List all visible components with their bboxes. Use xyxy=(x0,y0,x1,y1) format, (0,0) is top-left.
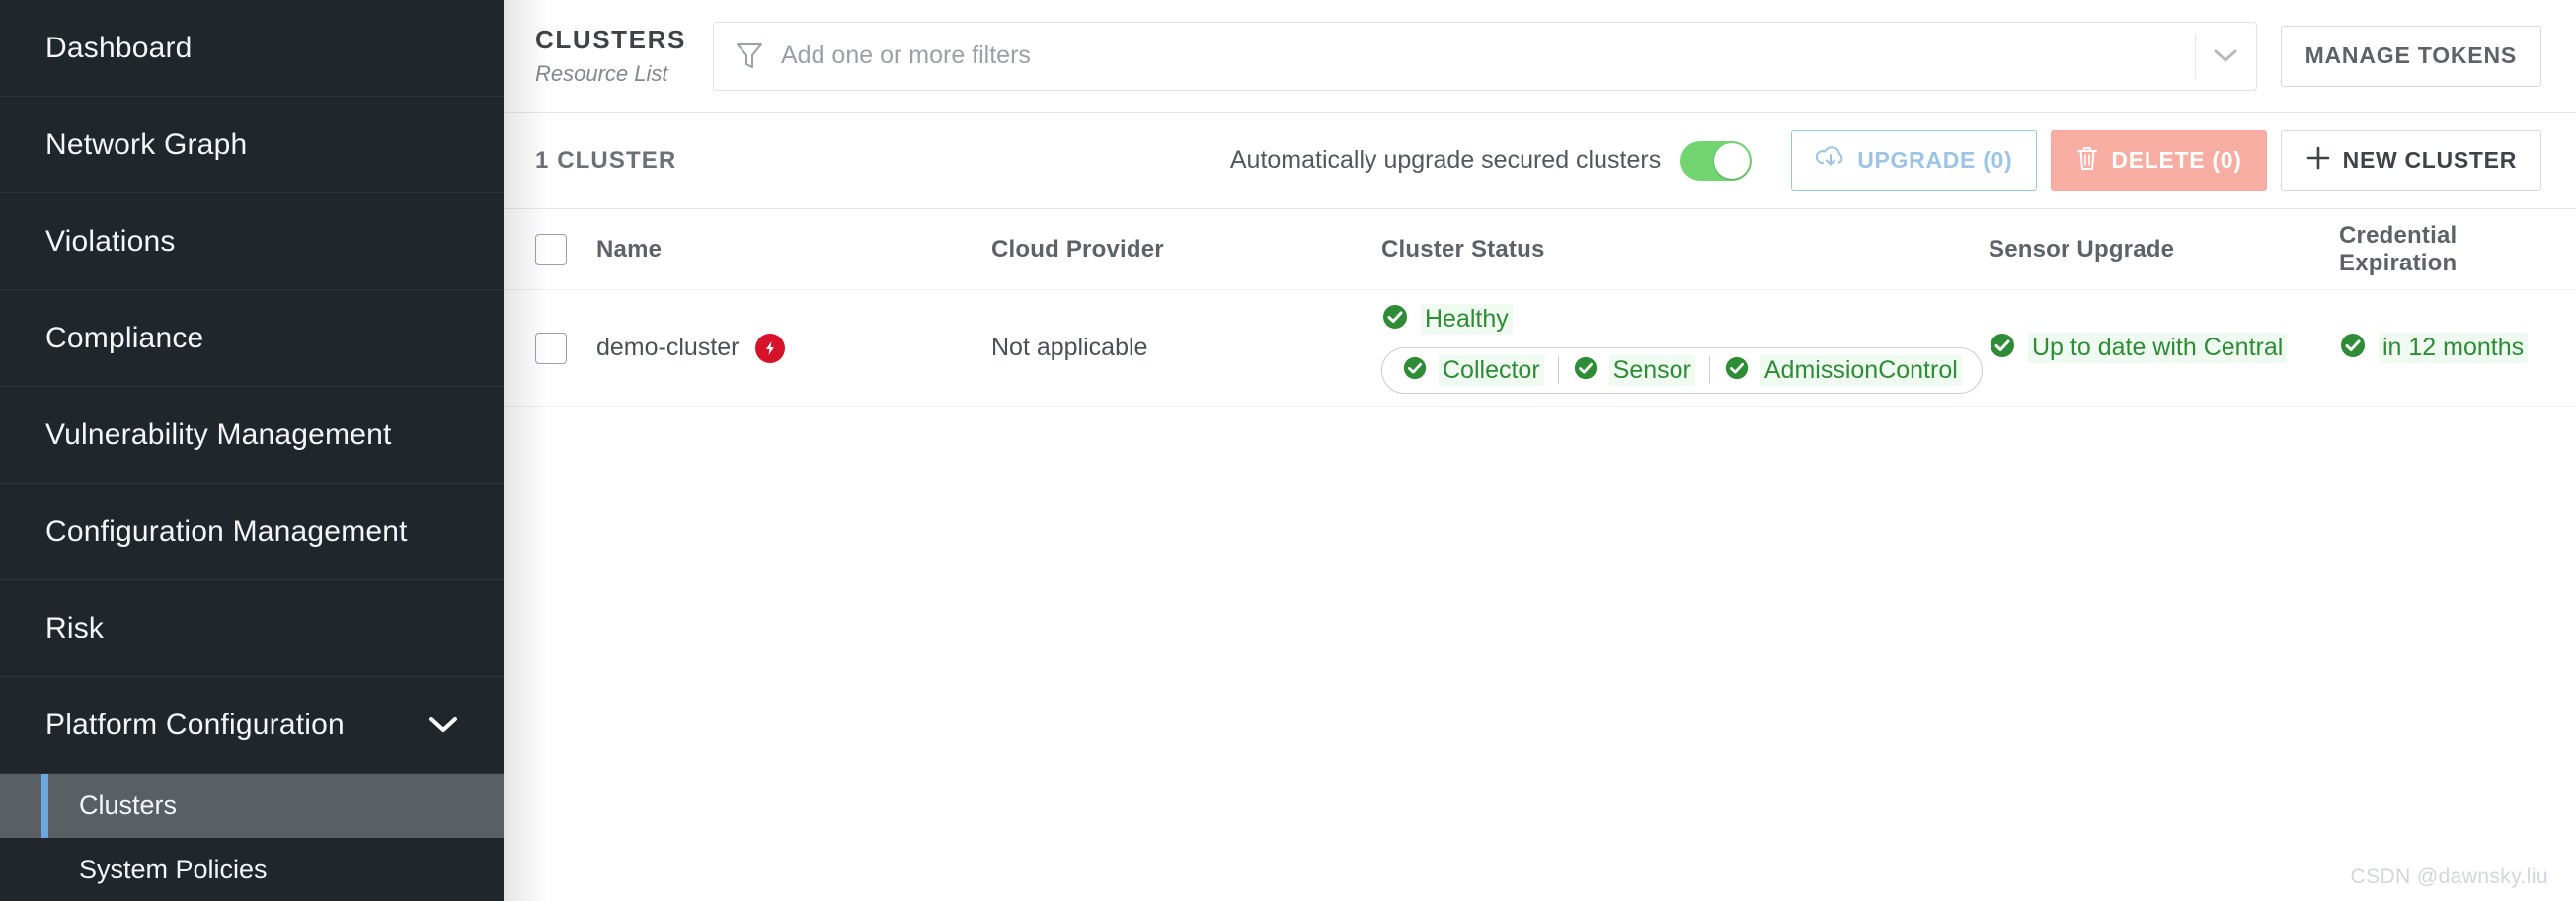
row-select-cell xyxy=(535,332,596,364)
trash-icon xyxy=(2075,144,2099,178)
divider xyxy=(1557,356,1559,384)
sidebar-item-label: Configuration Management xyxy=(45,514,408,548)
page-title: CLUSTERS xyxy=(535,25,686,54)
cell-cluster-status: Healthy Collector Sensor AdmissionContro… xyxy=(1381,303,1989,394)
select-all-checkbox[interactable] xyxy=(535,233,567,265)
sidebar-item-label: Network Graph xyxy=(45,127,248,161)
new-cluster-button-label: NEW CLUSTER xyxy=(2342,147,2517,173)
sidebar-item-dashboard[interactable]: Dashboard xyxy=(0,0,504,97)
column-header-cluster-status[interactable]: Cluster Status xyxy=(1381,236,1989,263)
sensor-upgrade-label: Up to date with Central xyxy=(2028,333,2288,363)
sidebar: Dashboard Network Graph Violations Compl… xyxy=(0,0,504,901)
plus-icon xyxy=(2305,145,2331,177)
cluster-components-pill: Collector Sensor AdmissionControl xyxy=(1381,346,1983,394)
chevron-down-icon xyxy=(429,716,458,734)
application-root: Dashboard Network Graph Violations Compl… xyxy=(0,0,2576,901)
delete-button-label: DELETE (0) xyxy=(2111,147,2242,173)
check-circle-icon xyxy=(1381,303,1409,336)
auto-upgrade-label: Automatically upgrade secured clusters xyxy=(1229,146,1662,174)
row-select-checkbox[interactable] xyxy=(535,332,567,364)
sidebar-item-label: Compliance xyxy=(45,321,204,354)
watermark: CSDN @dawnsky.liu xyxy=(2350,865,2548,888)
auto-upgrade-toggle[interactable] xyxy=(1680,140,1753,181)
cluster-status-healthy: Healthy xyxy=(1381,303,1989,336)
page-title-block: CLUSTERS Resource List xyxy=(529,25,687,87)
credential-expiration-label: in 12 months xyxy=(2379,333,2529,363)
main-content: CLUSTERS Resource List Add one or more f… xyxy=(504,0,2576,901)
column-header-sensor-upgrade[interactable]: Sensor Upgrade xyxy=(1989,236,2339,263)
component-collector: Collector xyxy=(1402,354,1544,386)
sidebar-item-network-graph[interactable]: Network Graph xyxy=(0,97,504,193)
column-header-credential-expiration[interactable]: Credential Expiration xyxy=(2339,222,2541,277)
cluster-status-label: Healthy xyxy=(1421,303,1513,335)
filter-dropdown-chevron-down-icon[interactable] xyxy=(2194,33,2256,79)
check-circle-icon xyxy=(1402,355,1428,386)
check-circle-icon xyxy=(2339,332,2367,364)
bolt-badge-icon xyxy=(754,333,785,363)
component-label: Sensor xyxy=(1608,354,1695,386)
table-empty-area xyxy=(504,407,2576,901)
column-header-cloud-provider[interactable]: Cloud Provider xyxy=(991,236,1381,263)
cell-credential-expiration: in 12 months xyxy=(2339,332,2541,364)
manage-tokens-button[interactable]: MANAGE TOKENS xyxy=(2280,25,2541,87)
page-subtitle: Resource List xyxy=(535,61,668,86)
cell-cloud-provider: Not applicable xyxy=(991,334,1148,361)
sidebar-item-label: Vulnerability Management xyxy=(45,417,392,451)
component-label: Collector xyxy=(1439,354,1544,386)
upgrade-button[interactable]: UPGRADE (0) xyxy=(1791,129,2038,191)
cell-sensor-upgrade: Up to date with Central xyxy=(1989,332,2339,364)
cluster-name-link[interactable]: demo-cluster xyxy=(596,334,740,362)
clusters-table: Name Cloud Provider Cluster Status Senso… xyxy=(504,209,2576,407)
sidebar-item-configuration-management[interactable]: Configuration Management xyxy=(0,484,504,580)
delete-button[interactable]: DELETE (0) xyxy=(2051,129,2267,191)
sidebar-item-label: Platform Configuration xyxy=(45,708,345,741)
sidebar-item-label: Violations xyxy=(45,224,176,258)
sidebar-item-compliance[interactable]: Compliance xyxy=(0,290,504,387)
component-admission-control: AdmissionControl xyxy=(1724,354,1962,386)
sidebar-item-vulnerability-management[interactable]: Vulnerability Management xyxy=(0,387,504,484)
filter-funnel-icon xyxy=(736,41,763,71)
check-circle-icon xyxy=(1724,355,1750,386)
sidebar-item-risk[interactable]: Risk xyxy=(0,580,504,677)
filter-input-placeholder[interactable]: Add one or more filters xyxy=(763,41,2195,70)
filter-input-container[interactable]: Add one or more filters xyxy=(713,21,2257,91)
table-header-row: Name Cloud Provider Cluster Status Senso… xyxy=(504,209,2576,290)
cell-name: demo-cluster xyxy=(596,333,991,363)
toggle-knob xyxy=(1714,142,1751,179)
toolbar-actions: Automatically upgrade secured clusters U… xyxy=(1229,129,2541,191)
sidebar-item-system-policies[interactable]: System Policies xyxy=(0,838,504,901)
sidebar-item-clusters[interactable]: Clusters xyxy=(0,774,504,838)
cluster-count-label: 1 CLUSTER xyxy=(535,146,677,174)
select-all-cell xyxy=(535,233,596,265)
check-circle-icon xyxy=(1573,355,1599,386)
sidebar-item-label: Risk xyxy=(45,611,105,644)
check-circle-icon xyxy=(1989,332,2016,364)
column-header-name[interactable]: Name xyxy=(596,236,991,263)
cloud-download-icon xyxy=(1816,145,1845,177)
sidebar-item-violations[interactable]: Violations xyxy=(0,193,504,290)
table-row[interactable]: demo-cluster Not applicable Healthy Coll… xyxy=(504,290,2576,407)
component-sensor: Sensor xyxy=(1573,354,1695,386)
component-label: AdmissionControl xyxy=(1759,354,1962,386)
sidebar-item-label: Dashboard xyxy=(45,31,193,64)
sidebar-item-label: System Policies xyxy=(79,855,268,884)
upgrade-button-label: UPGRADE (0) xyxy=(1857,147,2013,173)
divider xyxy=(1708,356,1710,384)
sidebar-item-platform-configuration[interactable]: Platform Configuration xyxy=(0,677,504,774)
new-cluster-button[interactable]: NEW CLUSTER xyxy=(2280,129,2541,191)
table-toolbar: 1 CLUSTER Automatically upgrade secured … xyxy=(504,113,2576,209)
page-header: CLUSTERS Resource List Add one or more f… xyxy=(504,0,2576,113)
sidebar-item-label: Clusters xyxy=(79,790,178,820)
